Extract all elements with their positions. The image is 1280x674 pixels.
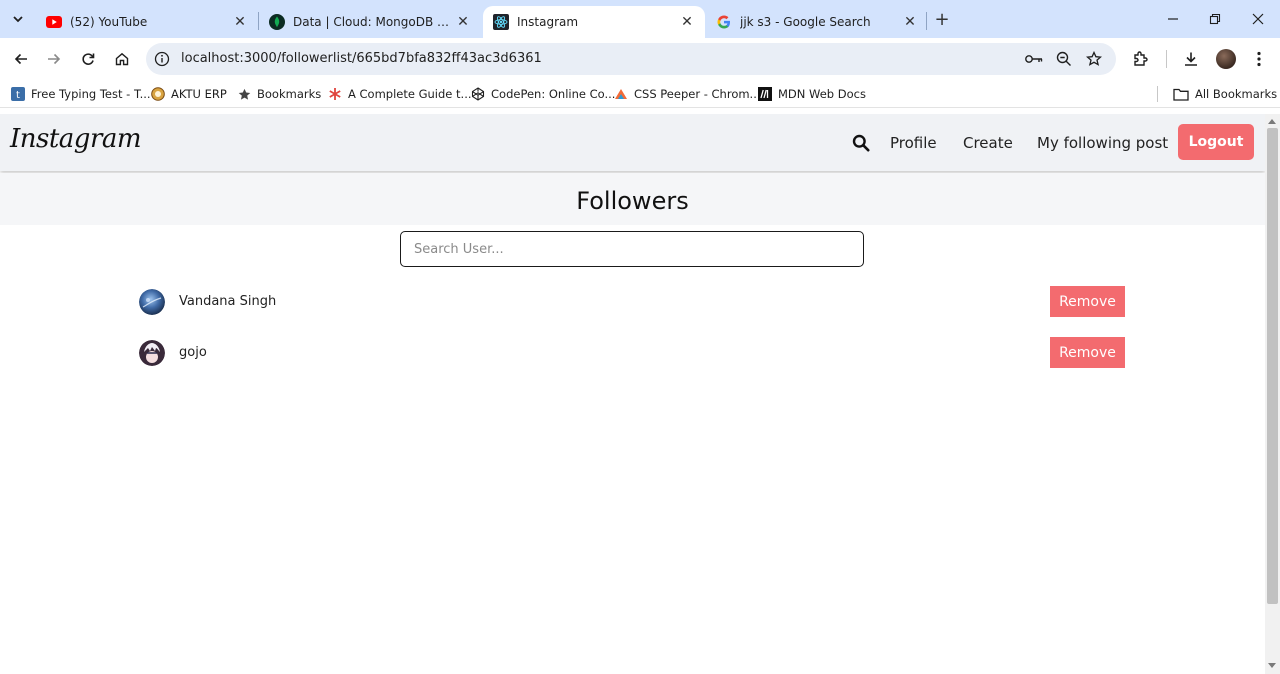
bookmark-label: A Complete Guide t... <box>348 87 472 101</box>
password-key-icon[interactable] <box>1025 50 1043 68</box>
nav-create-link[interactable]: Create <box>963 134 1013 152</box>
nav-following-post-link[interactable]: My following post <box>1037 134 1168 152</box>
bookmarks-divider <box>1157 86 1158 102</box>
tab-strip: (52) YouTube ✕ Data | Cloud: MongoDB Clo… <box>0 0 1280 38</box>
bookmark-label: MDN Web Docs <box>778 87 866 101</box>
tab-google-search[interactable]: jjk s3 - Google Search ✕ <box>706 6 928 38</box>
nav-profile-link[interactable]: Profile <box>890 134 937 152</box>
zoom-icon[interactable] <box>1055 50 1073 68</box>
tab-mongodb[interactable]: Data | Cloud: MongoDB Cloud ✕ <box>259 6 481 38</box>
search-icon[interactable] <box>852 134 870 152</box>
scroll-up-arrow-icon[interactable] <box>1268 119 1276 124</box>
bookmark-label: Bookmarks <box>257 87 322 101</box>
folder-icon <box>1172 87 1189 101</box>
react-icon <box>493 14 509 30</box>
bookmark-item[interactable]: CSS Peeper - Chrom... <box>614 86 761 102</box>
aktu-icon <box>151 87 165 101</box>
page-scrollbar[interactable] <box>1265 114 1280 674</box>
address-bar[interactable]: localhost:3000/followerlist/665bd7bfa832… <box>146 43 1116 75</box>
bookmarks-bar: t Free Typing Test - T... AKTU ERP Bookm… <box>0 80 1280 108</box>
star-icon <box>237 87 251 101</box>
css-peeper-icon <box>614 87 628 101</box>
close-icon[interactable]: ✕ <box>679 14 695 30</box>
reload-icon[interactable] <box>76 47 100 71</box>
bookmark-label: Free Typing Test - T... <box>31 87 151 101</box>
follower-name[interactable]: Vandana Singh <box>179 294 276 309</box>
google-icon <box>716 14 732 30</box>
profile-avatar[interactable] <box>1216 49 1236 69</box>
bookmark-item[interactable]: AKTU ERP <box>151 86 227 102</box>
window-close-icon[interactable] <box>1245 8 1271 30</box>
bookmark-item[interactable]: MDN Web Docs <box>758 86 866 102</box>
typing-test-icon: t <box>11 87 25 101</box>
mongodb-icon <box>269 14 285 30</box>
new-tab-plus-icon[interactable]: + <box>932 9 952 30</box>
tab-title: (52) YouTube <box>70 15 148 29</box>
chevron-down-icon <box>13 16 23 23</box>
tab-title: Instagram <box>517 15 579 29</box>
tab-search-button[interactable] <box>6 7 30 31</box>
remove-follower-button[interactable]: Remove <box>1050 286 1125 317</box>
youtube-icon <box>46 14 62 30</box>
url-text[interactable]: localhost:3000/followerlist/665bd7bfa832… <box>181 51 542 66</box>
tab-youtube[interactable]: (52) YouTube ✕ <box>36 6 258 38</box>
bookmark-item[interactable]: t Free Typing Test - T... <box>11 86 151 102</box>
minimize-icon[interactable] <box>1160 8 1186 30</box>
avatar[interactable] <box>139 340 165 366</box>
all-bookmarks[interactable]: All Bookmarks <box>1172 86 1277 102</box>
search-user-input[interactable] <box>400 231 864 267</box>
tab-instagram[interactable]: Instagram ✕ <box>483 6 705 38</box>
page-title: Followers <box>576 187 689 215</box>
scrollbar-thumb[interactable] <box>1267 128 1278 604</box>
tab-title: jjk s3 - Google Search <box>740 15 871 29</box>
bookmark-item[interactable]: Bookmarks <box>237 86 321 102</box>
bookmark-item[interactable]: CodePen: Online Co... <box>471 86 615 102</box>
bookmark-label: CSS Peeper - Chrom... <box>634 87 761 101</box>
download-icon[interactable] <box>1180 48 1202 70</box>
logout-button[interactable]: Logout <box>1178 124 1254 160</box>
bookmark-label: AKTU ERP <box>171 87 227 101</box>
forward-arrow-icon[interactable] <box>42 47 66 71</box>
page-viewport: Instagram Profile Create My following po… <box>0 114 1265 674</box>
bookmark-star-icon[interactable] <box>1085 50 1103 68</box>
asterisk-icon <box>328 87 342 101</box>
home-icon[interactable] <box>110 47 134 71</box>
mdn-icon <box>758 87 772 101</box>
restore-icon[interactable] <box>1202 8 1228 30</box>
follower-name[interactable]: gojo <box>179 345 207 360</box>
tab-divider <box>926 12 927 30</box>
codepen-icon <box>471 87 485 101</box>
svg-text:t: t <box>16 90 20 101</box>
bookmark-label: CodePen: Online Co... <box>491 87 616 101</box>
back-arrow-icon[interactable] <box>9 47 33 71</box>
site-info-icon[interactable] <box>154 51 170 67</box>
close-icon[interactable]: ✕ <box>902 14 918 30</box>
toolbar-divider <box>1166 50 1167 68</box>
close-icon[interactable]: ✕ <box>232 14 248 30</box>
bookmark-item[interactable]: A Complete Guide t... <box>328 86 472 102</box>
instagram-logo[interactable]: Instagram <box>10 124 142 154</box>
kebab-menu-icon[interactable] <box>1248 48 1270 70</box>
app-navbar: Instagram Profile Create My following po… <box>0 114 1265 171</box>
close-icon[interactable]: ✕ <box>455 14 471 30</box>
avatar[interactable] <box>139 289 165 315</box>
tab-title: Data | Cloud: MongoDB Cloud <box>293 15 455 29</box>
follower-row: Vandana Singh Remove <box>138 286 1126 318</box>
all-bookmarks-label: All Bookmarks <box>1195 87 1278 101</box>
browser-toolbar: localhost:3000/followerlist/665bd7bfa832… <box>0 38 1280 80</box>
remove-follower-button[interactable]: Remove <box>1050 337 1125 368</box>
scroll-down-arrow-icon[interactable] <box>1268 663 1276 668</box>
follower-row: gojo Remove <box>138 337 1126 369</box>
extensions-puzzle-icon[interactable] <box>1130 48 1152 70</box>
